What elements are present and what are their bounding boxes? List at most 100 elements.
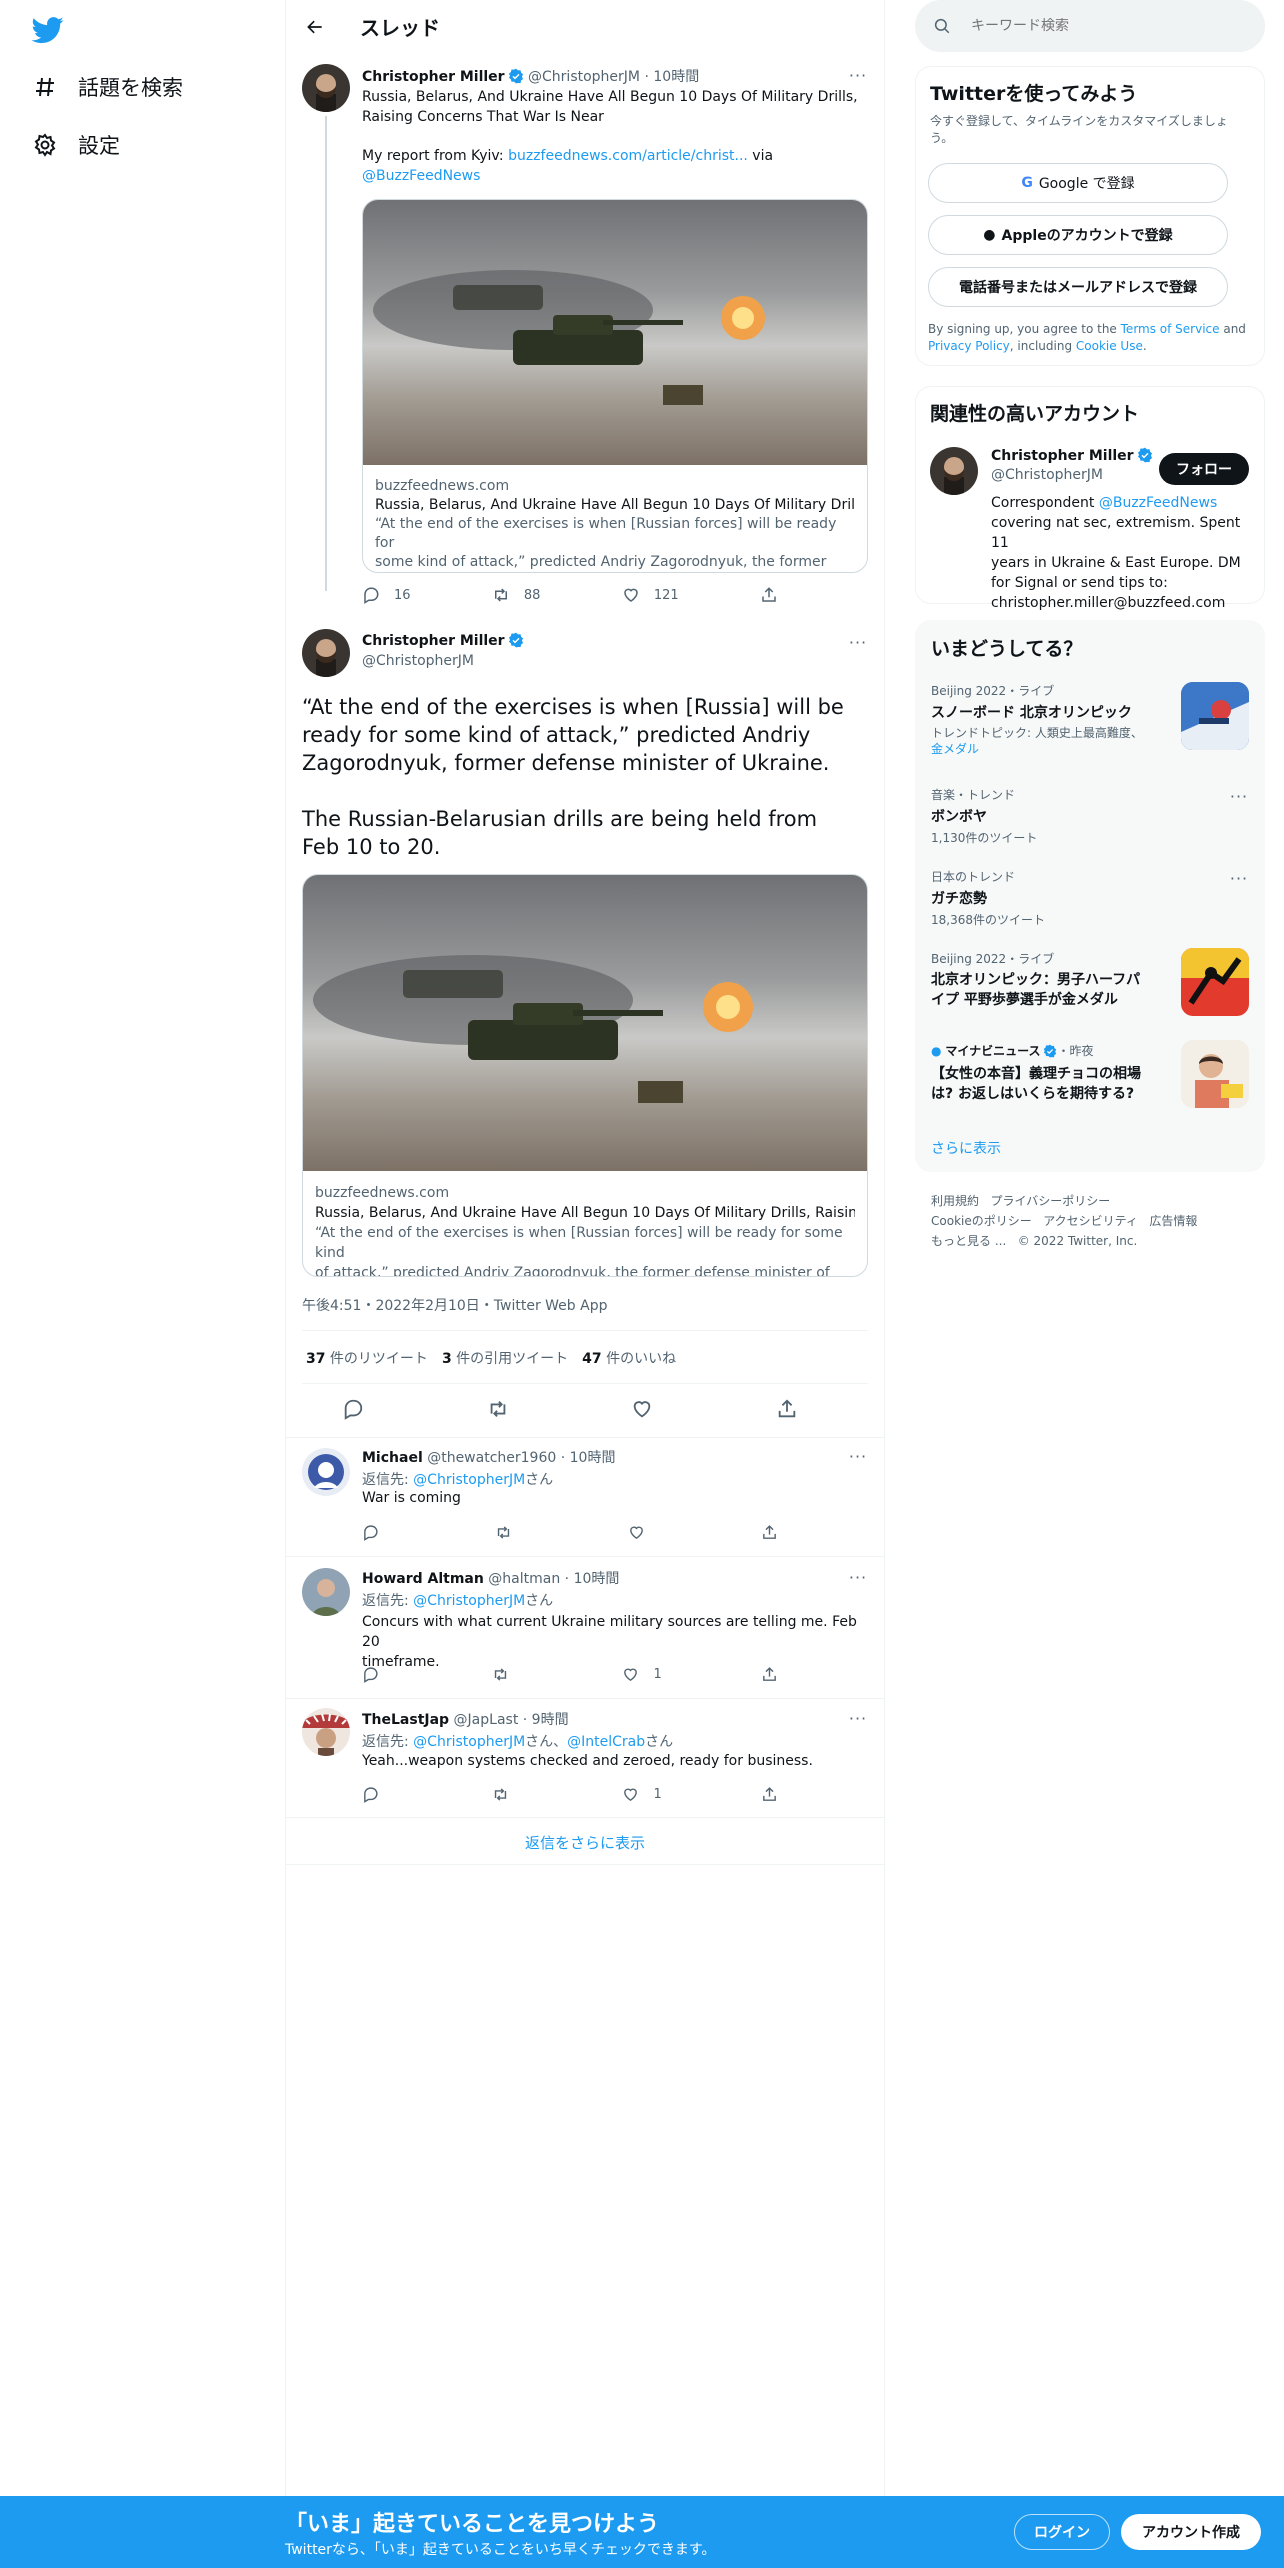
related-handle[interactable]: @ChristopherJM [991,467,1103,483]
login-button[interactable]: ログイン [1014,2514,1110,2550]
mention-link[interactable]: @ChristopherJM [413,1472,525,1488]
trend-item[interactable]: ● マイナビニュース ・昨夜 【女性の本音】義理チョコの相場 は? お返しはいくらを… [931,1040,1249,1108]
mention-link[interactable]: @BuzzFeedNews [362,168,480,184]
avatar[interactable] [930,447,978,495]
retweet-button[interactable] [495,1524,526,1541]
phone-email-signup-button[interactable]: 電話番号またはメールアドレスで登録 [928,267,1228,307]
reply-actions: 1 [362,1666,792,1683]
avatar[interactable] [302,64,350,112]
retweet-button[interactable]: 88 [492,586,540,604]
privacy-link[interactable]: Privacy Policy [928,339,1010,353]
mention-link[interactable]: @ChristopherJM [413,1734,525,1750]
search-icon [933,17,951,35]
footer-cookie[interactable]: Cookieのポリシー [931,1214,1032,1228]
signup-button[interactable]: アカウント作成 [1121,2514,1261,2550]
article-link[interactable]: buzzfeednews.com/article/christ... [508,148,748,164]
author-handle[interactable]: @haltman [488,1571,560,1587]
reply-actions: 1 [362,1786,792,1803]
mention-link[interactable]: @ChristopherJM [413,1593,525,1609]
related-accounts-panel: 関連性の高いアカウント Christopher Miller @Christop… [915,386,1265,611]
link-card[interactable]: buzzfeednews.com Russia, Belarus, And Uk… [362,199,868,573]
main-tweet-actions [342,1398,812,1420]
footer-accessibility[interactable]: アクセシビリティ [1043,1214,1138,1228]
back-arrow-icon[interactable] [300,12,330,42]
mention-link[interactable]: @BuzzFeedNews [1099,495,1217,511]
author-name[interactable]: TheLastJap [362,1712,449,1728]
signup-panel: Twitterを使ってみよう 今すぐ登録して、タイムラインをカスタマイズしましょ… [915,66,1265,366]
trend-item[interactable]: 音楽・トレンド ボンボヤ 1,130件のツイート ··· [931,786,1249,846]
trend-item[interactable]: 日本のトレンド ガチ恋勢 18,368件のツイート ··· [931,868,1249,928]
more-options-icon[interactable]: ··· [1229,786,1249,806]
verified-badge-icon [508,68,524,88]
cookie-link[interactable]: Cookie Use [1076,339,1143,353]
author-name[interactable]: Christopher Miller [362,69,505,85]
retweet-button[interactable] [487,1398,523,1420]
apple-signup-button[interactable]: ● Appleのアカウントで登録 [928,215,1228,255]
trend-item[interactable]: Beijing 2022・ライブ 北京オリンピック：男子ハーフパ イプ 平野歩夢選… [931,948,1249,1016]
author-handle[interactable]: @thewatcher1960 [427,1450,556,1466]
reply-button[interactable] [342,1398,378,1420]
follow-button[interactable]: フォロー [1159,453,1249,485]
mention-link[interactable]: @IntelCrab [567,1734,645,1750]
trends-show-more[interactable]: さらに表示 [931,1138,1001,1158]
author-handle[interactable]: @ChristopherJM [362,653,474,669]
like-button[interactable]: 121 [622,586,679,604]
footer-ads[interactable]: 広告情報 [1149,1214,1197,1228]
footer-privacy[interactable]: プライバシーポリシー [990,1194,1110,1208]
avatar[interactable] [302,1708,350,1756]
share-button[interactable] [761,1666,792,1683]
tweet-timestamp[interactable]: 午後4:51・2022年2月10日・Twitter Web App [302,1295,607,1315]
more-options-icon[interactable]: ··· [848,1567,868,1587]
avatar[interactable] [302,1448,350,1496]
retweet-button[interactable] [492,1786,523,1803]
reply-button[interactable] [362,1666,393,1683]
reply-button[interactable] [362,1524,393,1541]
share-button[interactable] [776,1398,812,1420]
tweet-time[interactable]: 9時間 [532,1712,569,1728]
retweet-icon [497,1526,510,1539]
more-options-icon[interactable]: ··· [848,1708,868,1728]
card-description: “At the end of the exercises is when [Ru… [315,1225,843,1277]
terms-link[interactable]: Terms of Service [1121,322,1220,336]
more-options-icon[interactable]: ··· [848,65,868,85]
like-button[interactable]: 1 [622,1786,662,1803]
more-options-icon[interactable]: ··· [848,1446,868,1466]
tweet-time[interactable]: 10時間 [574,1571,620,1587]
twitter-logo-icon[interactable] [31,14,64,46]
author-handle[interactable]: @JapLast [454,1712,519,1728]
author-name[interactable]: Christopher Miller [362,633,505,649]
avatar[interactable] [302,1568,350,1616]
tweet-time[interactable]: 10時間 [570,1450,616,1466]
like-stat[interactable]: 47 件のいいね [582,1351,676,1367]
like-button[interactable] [628,1524,659,1541]
related-name[interactable]: Christopher Miller [991,448,1134,464]
more-options-icon[interactable]: ··· [1229,868,1249,888]
author-handle[interactable]: @ChristopherJM [528,69,640,85]
quote-stat[interactable]: 3 件の引用ツイート [442,1351,568,1367]
search-input[interactable] [971,18,1231,34]
author-name[interactable]: Michael [362,1450,423,1466]
avatar[interactable] [302,629,350,677]
show-more-replies-button[interactable]: 返信をさらに表示 [286,1832,884,1853]
share-button[interactable] [761,1786,792,1803]
tweet-time[interactable]: 10時間 [653,69,699,85]
more-options-icon[interactable]: ··· [848,632,868,652]
link-card[interactable]: buzzfeednews.com Russia, Belarus, And Uk… [302,874,868,1277]
google-signup-button[interactable]: G Google で登録 [928,163,1228,203]
footer-terms[interactable]: 利用規約 [931,1194,979,1208]
retweet-button[interactable] [492,1666,523,1683]
reply-button[interactable]: 16 [362,586,411,604]
author-name[interactable]: Howard Altman [362,1571,484,1587]
like-button[interactable]: 1 [622,1666,662,1683]
nav-settings[interactable]: 設定 [32,130,120,160]
share-button[interactable] [760,586,792,604]
reply-button[interactable] [362,1786,393,1803]
search-bar[interactable] [915,0,1265,52]
footer-more[interactable]: もっと見る ... [931,1234,1006,1248]
retweet-stat[interactable]: 37 件のリツイート [306,1351,428,1367]
like-button[interactable] [631,1398,667,1420]
bottom-bar-title: 「いま」起きていることを見つけよう [285,2512,660,2537]
nav-explore[interactable]: 話題を検索 [32,72,183,102]
share-button[interactable] [761,1524,792,1541]
trend-item[interactable]: Beijing 2022・ライブ スノーボード 北京オリンピック トレンドトピッ… [931,682,1249,757]
